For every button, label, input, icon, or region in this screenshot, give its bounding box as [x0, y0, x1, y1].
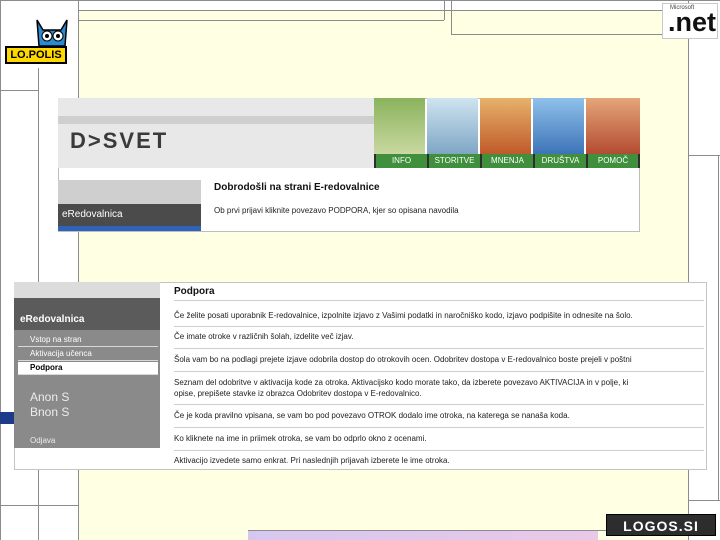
support-sidebar-label: eRedovalnica: [14, 298, 160, 330]
dsvet-nav: INFO STORITVE MNENJA DRUŠTVA POMOČ: [374, 154, 640, 168]
dsvet-logo: D>SVET: [70, 128, 169, 153]
frame-line: [688, 155, 720, 156]
frame-line: [0, 90, 38, 91]
menu-anon[interactable]: Anon S: [30, 390, 69, 404]
logos-si-logo: LOGOS.SI: [606, 514, 716, 536]
frame-line: [0, 1, 1, 540]
nav-drustva[interactable]: DRUŠTVA: [535, 154, 586, 168]
support-paragraph-4: Seznam del odobritve v aktivacija kode z…: [174, 378, 629, 387]
nav-pomoc[interactable]: POMOČ: [588, 154, 638, 168]
photo-phone: [586, 98, 640, 154]
welcome-title: Dobrodošli na strani E-redovalnice: [214, 182, 380, 193]
frame-line: [451, 0, 452, 34]
dotnet-logo-text: .net: [668, 7, 717, 37]
frame-line: [0, 0, 720, 1]
frame-line: [78, 10, 688, 11]
footer-accent-bar: [248, 531, 598, 540]
frame-line: [0, 505, 78, 506]
divider: [174, 371, 704, 372]
frame-line: [718, 155, 719, 500]
divider: [174, 326, 704, 327]
photo-laptop: [427, 98, 478, 154]
blue-accent-mark: [0, 412, 14, 424]
support-paragraph-5: opise, prepišete stavke iz obrazca Odobr…: [174, 389, 422, 398]
menu-vstop-na-stran[interactable]: Vstop na stran: [18, 334, 158, 347]
nav-mnenja[interactable]: MNENJA: [482, 154, 533, 168]
menu-aktivacija-ucenca[interactable]: Aktivacija učenca: [18, 348, 158, 361]
photo-woman-reading: [374, 98, 425, 154]
divider: [174, 404, 704, 405]
photo-group: [533, 98, 584, 154]
support-paragraph-3: Šola vam bo na podlagi prejete izjave od…: [174, 355, 632, 364]
lopolis-wordmark: LO.POLIS: [5, 46, 67, 64]
support-paragraph-6: Če je koda pravilno vpisana, se vam bo p…: [174, 411, 570, 420]
support-paragraph-8: Aktivacijo izvedete samo enkrat. Pri nas…: [174, 456, 450, 465]
divider: [174, 450, 704, 451]
nav-storitve[interactable]: STORITVE: [429, 154, 480, 168]
frame-line: [451, 34, 688, 35]
divider: [174, 300, 704, 301]
support-paragraph-2: Če imate otroke v različnih šolah, izdel…: [174, 332, 354, 341]
dsvet-header-stripe: [58, 116, 374, 124]
dsvet-sidebar-top: [58, 180, 201, 204]
header-photos: [374, 98, 640, 154]
dsvet-sidebar-accent: [58, 226, 201, 231]
menu-odjava[interactable]: Odjava: [30, 436, 55, 445]
photo-meeting: [480, 98, 531, 154]
support-paragraph-1: Če želite posati uporabnik E-redovalnice…: [174, 311, 633, 320]
support-paragraph-7: Ko kliknete na ime in priimek otroka, se…: [174, 434, 427, 443]
dsvet-sidebar-label: eRedovalnica: [58, 204, 201, 226]
menu-podpora[interactable]: Podpora: [18, 362, 158, 375]
frame-line: [78, 20, 444, 21]
support-sidebar-top: [14, 282, 160, 298]
frame-line: [688, 500, 720, 501]
frame-line: [444, 0, 445, 20]
nav-info[interactable]: INFO: [376, 154, 427, 168]
menu-bnon[interactable]: Bnon S: [30, 405, 69, 419]
welcome-text: Ob prvi prijavi kliknite povezavo PODPOR…: [214, 206, 459, 215]
divider: [174, 348, 704, 349]
divider: [174, 427, 704, 428]
support-title: Podpora: [174, 286, 215, 297]
